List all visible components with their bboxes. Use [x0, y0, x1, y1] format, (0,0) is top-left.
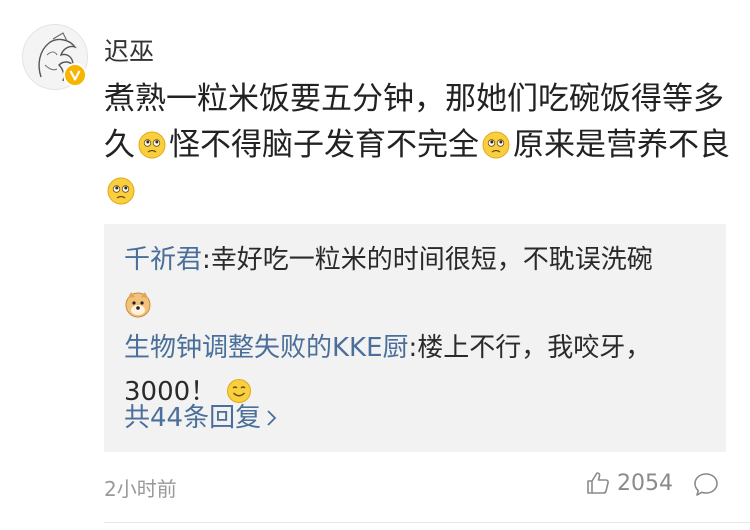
doge-emoji-icon: [125, 292, 151, 318]
thumbs-up-icon: [587, 472, 609, 494]
reply-username[interactable]: 千祈君: [124, 245, 202, 275]
comment-text-part: 怪不得脑子发育不完全: [169, 127, 479, 163]
like-button[interactable]: 2054: [585, 470, 673, 496]
verified-badge-icon: [63, 63, 87, 87]
comment-bubble-icon: [694, 473, 718, 496]
comment-time: 2小时前: [104, 477, 177, 501]
reply-text: 幸好吃一粒米的时间很短，不耽误洗碗: [210, 245, 653, 275]
more-replies-label: 共44条回复: [124, 403, 262, 433]
more-replies-link[interactable]: 共44条回复: [124, 396, 279, 440]
comment-text-part: 原来是营养不良: [513, 127, 730, 163]
reply-item[interactable]: 千祈君:幸好吃一粒米的时间很短，不耽误洗碗: [124, 238, 709, 326]
divider: [104, 522, 750, 523]
comment-username[interactable]: 迟巫: [104, 32, 154, 68]
comment-text: 煮熟一粒米饭要五分钟，那她们吃碗饭得等多久 怪不得脑子发育不完全 原来是营养不良: [104, 76, 734, 214]
like-count: 2054: [617, 470, 673, 496]
reply-separator: :: [202, 245, 211, 275]
sad-face-emoji-icon: [107, 177, 135, 205]
chevron-right-icon: [267, 410, 277, 426]
reply-button[interactable]: [692, 470, 720, 502]
reply-list[interactable]: 千祈君:幸好吃一粒米的时间很短，不耽误洗碗 生物钟调整失败的KKE厨:楼上不行，…: [104, 224, 726, 452]
sad-face-emoji-icon: [138, 131, 166, 159]
sad-face-emoji-icon: [482, 131, 510, 159]
reply-separator: :: [408, 333, 418, 363]
reply-username[interactable]: 生物钟调整失败的KKE厨: [124, 333, 409, 363]
